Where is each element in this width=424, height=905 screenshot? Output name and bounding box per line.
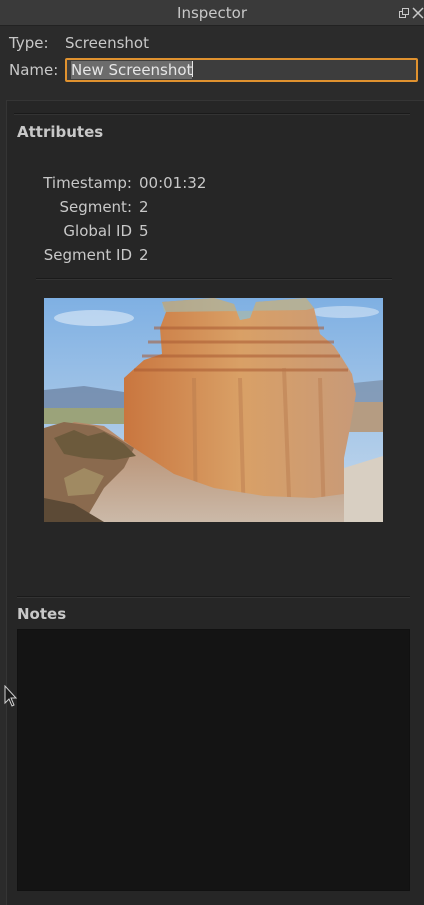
name-input[interactable]: New Screenshot — [65, 58, 418, 82]
mouse-pointer-icon — [4, 685, 18, 707]
divider — [17, 596, 410, 598]
attribute-value: 00:01:32 — [139, 174, 207, 192]
text-caret — [192, 61, 194, 77]
attributes-heading: Attributes — [17, 123, 104, 141]
divider — [14, 113, 410, 115]
attribute-label: Global ID — [63, 222, 132, 240]
name-label: Name: — [9, 61, 59, 79]
attribute-label: Segment: — [59, 198, 132, 216]
attribute-label: Segment ID — [43, 246, 132, 264]
attribute-value: 2 — [139, 198, 149, 216]
screenshot-thumbnail[interactable] — [44, 298, 383, 522]
attribute-label: Timestamp: — [43, 174, 132, 192]
notes-textarea[interactable] — [17, 629, 410, 891]
inspector-titlebar: Inspector — [0, 0, 424, 26]
name-input-value: New Screenshot — [71, 61, 193, 79]
attribute-value: 5 — [139, 222, 149, 240]
type-value: Screenshot — [65, 34, 149, 52]
float-window-icon[interactable] — [399, 8, 409, 18]
type-label: Type: — [9, 34, 49, 52]
close-icon[interactable] — [412, 6, 424, 20]
notes-heading: Notes — [17, 605, 67, 623]
divider — [36, 278, 392, 280]
attribute-value: 2 — [139, 246, 149, 264]
window-title: Inspector — [177, 4, 247, 22]
